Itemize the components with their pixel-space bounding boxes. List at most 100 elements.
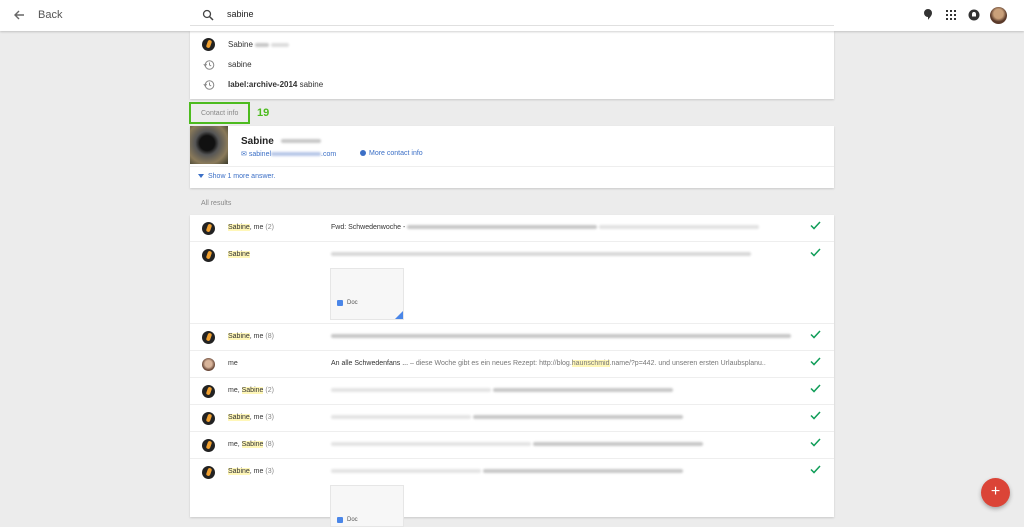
avatar [202, 412, 215, 425]
sender-name: Sabine [228, 333, 250, 340]
redacted-text [331, 469, 481, 474]
back-arrow-icon[interactable] [11, 7, 27, 23]
result-row[interactable]: me, Sabine (8) [190, 432, 834, 459]
sender-name: me [228, 360, 238, 367]
avatar [202, 38, 215, 51]
suggestion-label: sabine [299, 80, 324, 89]
redacted-text [472, 415, 683, 420]
result-row[interactable]: Sabine, me (2) Fwd: Schwedenwoche - [190, 215, 834, 242]
check-icon[interactable] [810, 465, 821, 474]
redacted-text [331, 415, 471, 420]
apps-grid-icon[interactable] [946, 8, 956, 22]
sender-name: Sabine [241, 441, 264, 448]
sender-name: Sabine [228, 251, 250, 258]
back-button[interactable]: Back [38, 9, 62, 21]
more-contact-info-link[interactable]: More contact info [360, 150, 423, 157]
avatar [202, 358, 215, 371]
avatar [202, 466, 215, 479]
check-icon[interactable] [810, 411, 821, 420]
subject: Fwd: Schwedenwoche - [331, 224, 406, 231]
doc-icon [337, 300, 343, 306]
thread-count: (8) [265, 333, 274, 340]
avatar [202, 385, 215, 398]
compose-button[interactable]: + [981, 478, 1010, 507]
all-results-heading: All results [201, 200, 232, 207]
show-more-answers-link[interactable]: Show 1 more answer. [198, 173, 275, 180]
redacted-text [271, 42, 290, 47]
avatar [202, 249, 215, 262]
snippet-highlight: haunschmid [571, 360, 610, 367]
result-row[interactable]: Sabine, me (3) Doc [190, 459, 834, 527]
history-icon [203, 80, 215, 90]
doc-corner-icon [395, 311, 403, 319]
snippet: .name/?p=442. und unseren ersten Urlaubs… [609, 360, 766, 367]
redacted-text [255, 42, 270, 47]
sender-name: Sabine [241, 387, 264, 394]
thread-count: (3) [265, 468, 274, 475]
subject: An alle Schwedenfans ... [331, 360, 409, 367]
suggestion-label: Sabine [228, 40, 253, 49]
check-icon[interactable] [810, 221, 821, 230]
redacted-text [331, 334, 791, 339]
redacted-text [331, 442, 531, 447]
notifications-icon[interactable] [968, 8, 980, 22]
sender-rest: , me [249, 333, 264, 340]
search-suggestions: Sabine sabine label:archive-2014 sabine [190, 31, 834, 99]
mail-icon: ✉ [241, 151, 247, 158]
doc-icon [337, 517, 343, 523]
show-more-label: Show 1 more answer. [208, 173, 276, 180]
attachment-card[interactable]: Doc [330, 485, 404, 527]
contact-name: Sabine [241, 136, 274, 147]
check-icon[interactable] [810, 357, 821, 366]
suggestion-label-bold: label:archive-2014 [228, 80, 298, 89]
sender-name: Sabine [228, 224, 250, 231]
check-icon[interactable] [810, 438, 821, 447]
account-avatar[interactable] [990, 7, 1007, 24]
check-icon[interactable] [810, 384, 821, 393]
suggestion-contact[interactable]: Sabine [190, 35, 834, 55]
divider [190, 166, 834, 167]
suggestion-history[interactable]: label:archive-2014 sabine [190, 75, 834, 95]
attachment-label: Doc [347, 517, 358, 523]
sender-rest: me, [228, 387, 242, 394]
result-row[interactable]: Sabine Doc [190, 242, 834, 324]
attachment-card[interactable]: Doc [330, 268, 404, 320]
sender-name: Sabine [228, 414, 250, 421]
thread-count: (3) [265, 414, 274, 421]
result-row[interactable]: Sabine, me (8) [190, 324, 834, 351]
top-bar: Back [0, 0, 1024, 31]
redacted-text [482, 469, 683, 474]
check-icon[interactable] [810, 248, 821, 257]
email-prefix: sabinel [248, 151, 272, 158]
redacted-text [407, 225, 598, 230]
hangouts-icon[interactable] [923, 8, 933, 22]
contact-photo[interactable] [190, 126, 228, 164]
thread-count: (2) [265, 224, 274, 231]
sender-rest: , me [249, 224, 264, 231]
check-icon[interactable] [810, 330, 821, 339]
history-icon [203, 60, 215, 70]
sender-rest: me, [228, 441, 242, 448]
redacted-text [331, 388, 491, 393]
sender-rest: , me [249, 414, 264, 421]
result-row[interactable]: me An alle Schwedenfans ... – diese Woch… [190, 351, 834, 378]
search-icon[interactable] [202, 9, 214, 21]
sender-rest: , me [249, 468, 264, 475]
search-box[interactable] [190, 6, 834, 26]
contact-email[interactable]: ✉ sabinel .com [241, 150, 336, 158]
annotation-number: 19 [257, 107, 270, 119]
suggestion-history[interactable]: sabine [190, 55, 834, 75]
result-row[interactable]: Sabine, me (3) [190, 405, 834, 432]
redacted-text [271, 152, 322, 157]
more-contact-info-label: More contact info [369, 150, 423, 157]
result-row[interactable]: me, Sabine (2) [190, 378, 834, 405]
search-input[interactable] [227, 9, 787, 19]
avatar [202, 331, 215, 344]
snippet: – diese Woche gibt es ein neues Rezept: … [408, 360, 572, 367]
redacted-text [532, 442, 703, 447]
annotation-box [189, 102, 250, 124]
contact-card: Sabine ✉ sabinel .com More contact info S… [190, 126, 834, 188]
avatar [202, 222, 215, 235]
thread-count: (8) [265, 441, 274, 448]
redacted-text [492, 388, 673, 393]
